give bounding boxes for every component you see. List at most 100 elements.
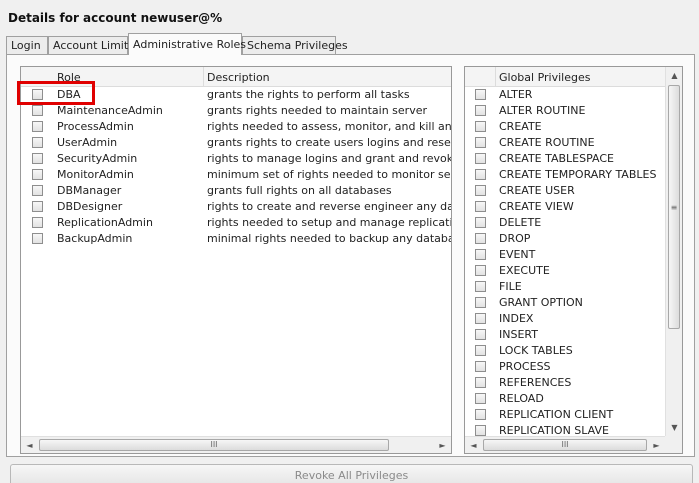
- privilege-row[interactable]: CREATE VIEW: [465, 199, 665, 215]
- privilege-checkbox[interactable]: [475, 105, 486, 116]
- privilege-row[interactable]: INDEX: [465, 311, 665, 327]
- privilege-row[interactable]: PROCESS: [465, 359, 665, 375]
- privilege-checkbox[interactable]: [475, 345, 486, 356]
- role-checkbox[interactable]: [32, 217, 43, 228]
- privilege-row[interactable]: ALTER ROUTINE: [465, 103, 665, 119]
- role-row[interactable]: SecurityAdmin rights to manage logins and…: [21, 151, 451, 167]
- scroll-up-arrow-icon[interactable]: ▲: [666, 67, 683, 84]
- privileges-vertical-scrollbar[interactable]: ▲ ≡ ▼: [665, 67, 682, 436]
- column-separator[interactable]: [495, 67, 496, 87]
- privilege-row[interactable]: EVENT: [465, 247, 665, 263]
- privilege-row[interactable]: LOCK TABLES: [465, 343, 665, 359]
- privilege-checkbox[interactable]: [475, 249, 486, 260]
- privilege-row[interactable]: INSERT: [465, 327, 665, 343]
- privilege-name: CREATE: [499, 120, 542, 133]
- privilege-name: REPLICATION CLIENT: [499, 408, 614, 421]
- role-row[interactable]: MonitorAdmin minimum set of rights needed…: [21, 167, 451, 183]
- scroll-corner: [665, 436, 682, 453]
- privilege-row[interactable]: DROP: [465, 231, 665, 247]
- role-name: MaintenanceAdmin: [57, 104, 163, 117]
- column-header-role[interactable]: Role: [57, 71, 81, 84]
- role-description: grants rights to create users logins and…: [207, 136, 451, 149]
- tab-schema-privileges[interactable]: Schema Privileges: [242, 36, 348, 54]
- privilege-row[interactable]: CREATE TEMPORARY TABLES: [465, 167, 665, 183]
- privileges-horizontal-scrollbar[interactable]: ◄ III ►: [465, 436, 665, 453]
- privilege-row[interactable]: CREATE: [465, 119, 665, 135]
- role-row[interactable]: UserAdmin grants rights to create users l…: [21, 135, 451, 151]
- role-row[interactable]: ReplicationAdmin rights needed to setup a…: [21, 215, 451, 231]
- role-checkbox[interactable]: [32, 121, 43, 132]
- privilege-row[interactable]: ALTER: [465, 87, 665, 103]
- role-checkbox[interactable]: [32, 185, 43, 196]
- privilege-row[interactable]: EXECUTE: [465, 263, 665, 279]
- privilege-checkbox[interactable]: [475, 377, 486, 388]
- privilege-checkbox[interactable]: [475, 217, 486, 228]
- privilege-checkbox[interactable]: [475, 281, 486, 292]
- privilege-checkbox[interactable]: [475, 153, 486, 164]
- privilege-checkbox[interactable]: [475, 425, 486, 436]
- role-checkbox[interactable]: [32, 105, 43, 116]
- column-header-global-privileges[interactable]: Global Privileges: [499, 71, 590, 84]
- column-separator[interactable]: [203, 67, 204, 87]
- role-checkbox[interactable]: [32, 153, 43, 164]
- privilege-checkbox[interactable]: [475, 185, 486, 196]
- privilege-checkbox[interactable]: [475, 393, 486, 404]
- role-row[interactable]: DBManager grants full rights on all datab…: [21, 183, 451, 199]
- privilege-row[interactable]: REPLICATION SLAVE: [465, 423, 665, 436]
- role-checkbox[interactable]: [32, 201, 43, 212]
- vertical-scroll-thumb[interactable]: ≡: [668, 85, 680, 329]
- privilege-row[interactable]: GRANT OPTION: [465, 295, 665, 311]
- role-row[interactable]: DBA grants the rights to perform all task…: [21, 87, 451, 103]
- scroll-right-arrow-icon[interactable]: ►: [434, 437, 451, 454]
- tab-login[interactable]: Login: [6, 36, 48, 54]
- role-checkbox[interactable]: [32, 233, 43, 244]
- role-row[interactable]: ProcessAdmin rights needed to assess, mon…: [21, 119, 451, 135]
- tab-account-limits[interactable]: Account Limits: [48, 36, 134, 54]
- scroll-right-arrow-icon[interactable]: ►: [648, 437, 665, 454]
- privilege-name: REPLICATION SLAVE: [499, 424, 609, 436]
- privilege-row[interactable]: CREATE ROUTINE: [465, 135, 665, 151]
- scroll-left-arrow-icon[interactable]: ◄: [21, 437, 38, 454]
- privilege-row[interactable]: CREATE TABLESPACE: [465, 151, 665, 167]
- privilege-checkbox[interactable]: [475, 265, 486, 276]
- roles-list[interactable]: Role Description DBA grants the rights to…: [20, 66, 452, 454]
- privilege-checkbox[interactable]: [475, 361, 486, 372]
- privilege-row[interactable]: DELETE: [465, 215, 665, 231]
- column-header-description[interactable]: Description: [207, 71, 270, 84]
- privilege-checkbox[interactable]: [475, 121, 486, 132]
- horizontal-scroll-thumb[interactable]: III: [483, 439, 647, 451]
- privilege-checkbox[interactable]: [475, 169, 486, 180]
- privilege-checkbox[interactable]: [475, 201, 486, 212]
- role-row[interactable]: BackupAdmin minimal rights needed to back…: [21, 231, 451, 247]
- privilege-name: DELETE: [499, 216, 542, 229]
- scroll-down-arrow-icon[interactable]: ▼: [666, 419, 683, 436]
- privilege-checkbox[interactable]: [475, 297, 486, 308]
- role-row[interactable]: MaintenanceAdmin grants rights needed to …: [21, 103, 451, 119]
- role-row[interactable]: DBDesigner rights to create and reverse e…: [21, 199, 451, 215]
- privilege-name: DROP: [499, 232, 531, 245]
- privilege-checkbox[interactable]: [475, 329, 486, 340]
- roles-horizontal-scrollbar[interactable]: ◄ III ►: [21, 436, 451, 453]
- privilege-checkbox[interactable]: [475, 89, 486, 100]
- privilege-name: ALTER: [499, 88, 533, 101]
- privilege-row[interactable]: REFERENCES: [465, 375, 665, 391]
- privilege-row[interactable]: REPLICATION CLIENT: [465, 407, 665, 423]
- revoke-all-privileges-button[interactable]: Revoke All Privileges: [10, 464, 693, 483]
- horizontal-scroll-thumb[interactable]: III: [39, 439, 389, 451]
- role-checkbox[interactable]: [32, 169, 43, 180]
- privilege-row[interactable]: FILE: [465, 279, 665, 295]
- privilege-checkbox[interactable]: [475, 409, 486, 420]
- scroll-left-arrow-icon[interactable]: ◄: [465, 437, 482, 454]
- role-description: rights needed to setup and manage replic…: [207, 216, 451, 229]
- tab-administrative-roles[interactable]: Administrative Roles: [128, 33, 246, 55]
- role-checkbox[interactable]: [32, 137, 43, 148]
- privilege-name: PROCESS: [499, 360, 551, 373]
- privilege-checkbox[interactable]: [475, 137, 486, 148]
- privilege-checkbox[interactable]: [475, 233, 486, 244]
- privilege-row[interactable]: CREATE USER: [465, 183, 665, 199]
- role-checkbox[interactable]: [32, 89, 43, 100]
- privilege-checkbox[interactable]: [475, 313, 486, 324]
- privilege-name: REFERENCES: [499, 376, 572, 389]
- privilege-row[interactable]: RELOAD: [465, 391, 665, 407]
- global-privileges-list[interactable]: Global Privileges ALTER ALTER ROUTINE CREA…: [464, 66, 683, 454]
